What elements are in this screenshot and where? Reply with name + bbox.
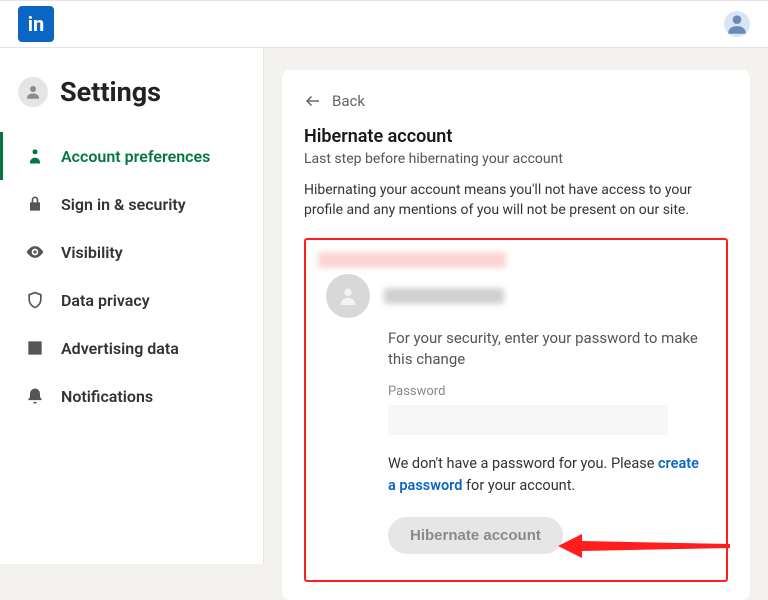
page-title: Hibernate account — [304, 126, 728, 147]
hibernate-account-button[interactable]: Hibernate account — [388, 517, 563, 554]
settings-card: Back Hibernate account Last step before … — [282, 70, 750, 600]
sidebar-item-label: Advertising data — [61, 339, 179, 358]
bell-icon — [25, 386, 45, 406]
person-icon — [724, 11, 750, 37]
shield-icon — [25, 290, 45, 310]
no-password-pre: We don't have a password for you. Please — [388, 455, 658, 472]
document-icon — [25, 338, 45, 358]
sidebar-item-advertising-data[interactable]: Advertising data — [0, 324, 263, 372]
sidebar-header: Settings — [0, 76, 263, 132]
sidebar-item-account-preferences[interactable]: Account preferences — [0, 132, 263, 180]
security-text: For your security, enter your password t… — [388, 328, 706, 370]
sidebar-item-notifications[interactable]: Notifications — [0, 372, 263, 420]
no-password-message: We don't have a password for you. Please… — [388, 453, 706, 497]
back-button[interactable]: Back — [304, 92, 365, 110]
sidebar-avatar — [18, 77, 48, 107]
sidebar-item-label: Notifications — [61, 387, 153, 406]
profile-avatar[interactable] — [724, 11, 750, 37]
person-icon — [24, 83, 42, 101]
topbar: in — [0, 0, 768, 48]
linkedin-logo[interactable]: in — [18, 6, 54, 42]
page-subtitle: Last step before hibernating your accoun… — [304, 151, 728, 167]
sidebar-item-data-privacy[interactable]: Data privacy — [0, 276, 263, 324]
person-icon — [25, 146, 45, 166]
sidebar-item-label: Data privacy — [61, 291, 150, 310]
redacted-bar — [318, 252, 506, 268]
user-avatar — [326, 274, 370, 318]
highlighted-box: For your security, enter your password t… — [304, 238, 728, 582]
sidebar: Settings Account preferences Sign in & s… — [0, 48, 264, 564]
password-label: Password — [388, 384, 706, 399]
main-content: Back Hibernate account Last step before … — [264, 48, 768, 564]
no-password-post: for your account. — [462, 477, 575, 494]
eye-icon — [25, 242, 45, 262]
back-label: Back — [332, 92, 365, 110]
lock-icon — [25, 194, 45, 214]
person-icon — [337, 285, 359, 307]
page-description: Hibernating your account means you'll no… — [304, 181, 728, 220]
sidebar-item-sign-in-security[interactable]: Sign in & security — [0, 180, 263, 228]
user-row — [326, 274, 706, 318]
settings-title: Settings — [60, 76, 161, 108]
redacted-user-name — [384, 288, 504, 304]
sidebar-item-label: Sign in & security — [61, 195, 186, 214]
password-input[interactable] — [388, 405, 668, 435]
annotation-arrow-icon — [552, 526, 732, 566]
sidebar-item-label: Visibility — [61, 243, 123, 262]
arrow-left-icon — [304, 92, 322, 110]
sidebar-item-label: Account preferences — [61, 147, 210, 166]
sidebar-item-visibility[interactable]: Visibility — [0, 228, 263, 276]
